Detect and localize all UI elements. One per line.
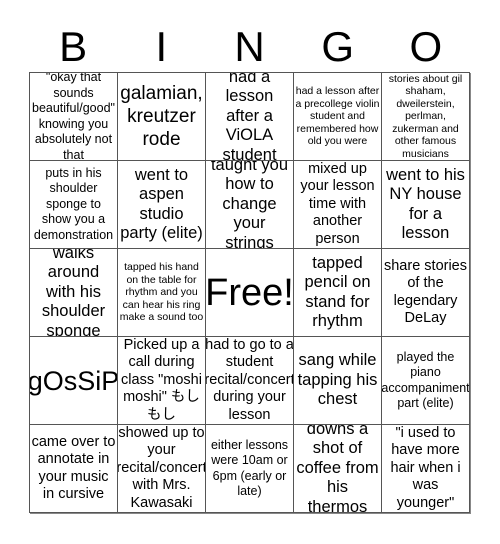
header-letter-o: O xyxy=(409,23,443,70)
cell-text: had to go to a student recital/concert d… xyxy=(206,337,294,423)
bingo-cell[interactable]: "okay that sounds beautiful/good" knowin… xyxy=(30,73,118,161)
bingo-cell[interactable]: "i used to have more hair when i was you… xyxy=(382,425,470,513)
bingo-cell[interactable]: share stories of the legendary DeLay xyxy=(382,249,470,337)
cell-text: had a lesson after a precollege violin s… xyxy=(295,85,380,148)
header-letter-n: N xyxy=(234,23,265,70)
cell-text: downs a shot of coffee from his thermos xyxy=(296,425,379,513)
cell-text: tapped his hand on the table for rhythm … xyxy=(119,261,204,324)
cell-text: taught you how to change your strings xyxy=(210,161,289,249)
bingo-cell[interactable]: taught you how to change your strings xyxy=(206,161,294,249)
bingo-cell[interactable]: tapped his hand on the table for rhythm … xyxy=(118,249,206,337)
bingo-cell[interactable]: came over to annotate in your music in c… xyxy=(30,425,118,513)
free-space-cell[interactable]: Free! xyxy=(206,249,294,337)
cell-text: played the piano accompaniment part (eli… xyxy=(382,349,470,411)
bingo-cell[interactable]: galamian, kreutzer rode xyxy=(118,73,206,161)
bingo-cell[interactable]: either lessons were 10am or 6pm (early o… xyxy=(206,425,294,513)
bingo-cell[interactable]: went to aspen studio party (elite) xyxy=(118,161,206,249)
bingo-board: "okay that sounds beautiful/good" knowin… xyxy=(29,72,470,513)
bingo-cell[interactable]: walks around with his shoulder sponge xyxy=(30,249,118,337)
cell-text: went to aspen studio party (elite) xyxy=(120,165,203,243)
bingo-cell[interactable]: downs a shot of coffee from his thermos xyxy=(294,425,382,513)
cell-text: showed up to your recital/concert with M… xyxy=(118,425,206,511)
bingo-cell[interactable]: went to his NY house for a lesson xyxy=(382,161,470,249)
bingo-cell[interactable]: Picked up a call during class "moshi mos… xyxy=(118,337,206,425)
cell-text: share stories of the legendary DeLay xyxy=(383,257,467,327)
bingo-header: B I N G O xyxy=(29,22,470,72)
header-letter-i: I xyxy=(155,23,168,70)
bingo-cell[interactable]: tapped pencil on stand for rhythm xyxy=(294,249,382,337)
bingo-cell[interactable]: mixed up your lesson time with another p… xyxy=(294,161,382,249)
cell-text: walks around with his shoulder sponge xyxy=(41,249,106,337)
cell-text: came over to annotate in your music in c… xyxy=(31,433,116,503)
cell-text: puts in his shoulder sponge to show you … xyxy=(33,165,114,242)
cell-text: Picked up a call during class "moshi mos… xyxy=(121,337,202,423)
bingo-cell[interactable]: puts in his shoulder sponge to show you … xyxy=(30,161,118,249)
cell-text: galamian, kreutzer rode xyxy=(120,83,203,150)
cell-text: "okay that sounds beautiful/good" knowin… xyxy=(32,73,115,161)
bingo-cell[interactable]: had a lesson after a ViOLA student xyxy=(206,73,294,161)
bingo-cell[interactable]: stories about gil shaham, dweilerstein, … xyxy=(382,73,470,161)
cell-text: gOsSiP xyxy=(30,365,118,396)
cell-text: sang while tapping his chest xyxy=(297,351,378,409)
bingo-cell[interactable]: gOsSiP xyxy=(30,337,118,425)
cell-text: either lessons were 10am or 6pm (early o… xyxy=(210,437,289,499)
bingo-cell[interactable]: played the piano accompaniment part (eli… xyxy=(382,337,470,425)
bingo-cell[interactable]: had a lesson after a precollege violin s… xyxy=(294,73,382,161)
cell-text: "i used to have more hair when i was you… xyxy=(390,425,461,511)
free-space-text: Free! xyxy=(206,271,294,314)
cell-text: stories about gil shaham, dweilerstein, … xyxy=(388,73,463,160)
header-letter-b: B xyxy=(59,23,88,70)
cell-text: had a lesson after a ViOLA student xyxy=(222,73,277,161)
header-letter-g: G xyxy=(321,23,355,70)
cell-text: tapped pencil on stand for rhythm xyxy=(304,253,371,331)
cell-text: mixed up your lesson time with another p… xyxy=(300,161,375,247)
bingo-cell[interactable]: had to go to a student recital/concert d… xyxy=(206,337,294,425)
bingo-cell[interactable]: sang while tapping his chest xyxy=(294,337,382,425)
bingo-cell[interactable]: showed up to your recital/concert with M… xyxy=(118,425,206,513)
cell-text: went to his NY house for a lesson xyxy=(386,165,465,243)
